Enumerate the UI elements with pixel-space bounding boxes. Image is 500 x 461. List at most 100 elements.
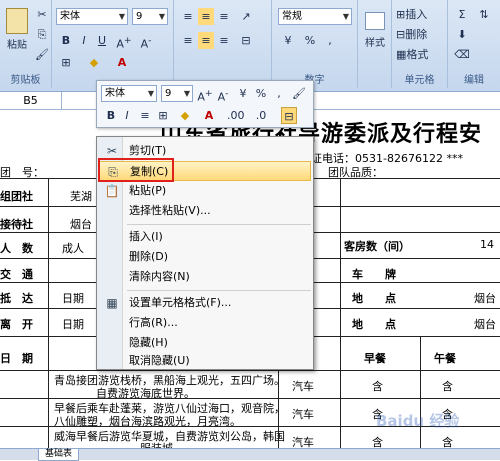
increase-decimal-icon[interactable]: .0	[253, 107, 269, 124]
menu-item-delete[interactable]: 删除(D)	[99, 247, 311, 267]
chevron-down-icon[interactable]: ▼	[159, 10, 165, 24]
cells-group: ⊞插入 ⊟删除 ▦格式 单元格	[392, 0, 448, 88]
font-name-combo[interactable]: 宋体 ▼	[56, 8, 128, 25]
align-bottom-icon[interactable]: ≡	[216, 8, 232, 25]
menu-item-label: 粘贴(P)	[129, 184, 167, 197]
delete-label: 删除	[405, 28, 428, 41]
fill-color-icon[interactable]: ◆	[86, 54, 102, 71]
cut-icon[interactable]: ✂	[34, 6, 50, 23]
number-format-value: 常规	[282, 11, 302, 22]
format-label: 格式	[406, 48, 429, 61]
sum-icon[interactable]: Σ	[454, 6, 470, 23]
menu-item-hide[interactable]: 隐藏(H)	[99, 333, 311, 353]
clear-icon[interactable]: ⌫	[454, 46, 470, 63]
insert-cells-button[interactable]: ⊞插入	[396, 6, 427, 23]
styles-label: 样式	[365, 38, 385, 49]
grow-font-icon[interactable]: A+	[197, 85, 213, 104]
mini-bold-button[interactable]: B	[103, 107, 119, 124]
menu-item-insert[interactable]: 插入(I)	[99, 227, 311, 247]
font-color-icon[interactable]: A	[201, 107, 217, 124]
currency-icon[interactable]: ¥	[280, 32, 296, 49]
mini-font-size-combo[interactable]: 9 ▼	[161, 85, 193, 102]
name-box[interactable]: B5	[0, 92, 62, 109]
shrink-font-icon[interactable]: A-	[138, 32, 154, 51]
chevron-down-icon[interactable]: ▼	[343, 10, 349, 24]
cells-group-label: 单元格	[404, 75, 435, 86]
menu-item-row-height[interactable]: 行高(R)...	[99, 313, 311, 333]
underline-button[interactable]: U	[94, 32, 110, 49]
mini-font-name-combo[interactable]: 宋体 ▼	[101, 85, 157, 102]
paste-icon	[6, 8, 28, 34]
column-divider	[340, 178, 341, 448]
alignment-group: ≡ ≡ ≡ ↗ ≡ ≡ ≡ ⊟	[174, 0, 272, 88]
format-painter-icon[interactable]: 🖌	[34, 46, 50, 63]
format-cells-button[interactable]: ▦格式	[396, 46, 428, 63]
borders-icon[interactable]: ⊞	[58, 54, 74, 71]
menu-separator	[127, 224, 311, 225]
chevron-down-icon[interactable]: ▼	[119, 10, 125, 24]
sheet-tab-active[interactable]: 基础表	[38, 449, 80, 461]
grow-font-icon[interactable]: A+	[116, 32, 132, 51]
insert-icon: ⊞	[396, 8, 406, 21]
number-format-combo[interactable]: 常规 ▼	[278, 8, 352, 25]
mini-italic-button[interactable]: I	[119, 107, 135, 124]
sheet-tab-bar: 基础表	[0, 448, 500, 461]
format-cells-icon: ▦	[106, 296, 118, 310]
merge-icon[interactable]: ⊟	[238, 32, 254, 49]
align-left-icon[interactable]: ≡	[180, 32, 196, 49]
decrease-decimal-icon[interactable]: .00	[227, 107, 245, 124]
itinerary-1-lunch: 含	[442, 380, 453, 393]
merge-center-icon[interactable]: ⊟	[281, 107, 297, 124]
font-color-icon[interactable]: A	[114, 54, 130, 71]
menu-item-format-cells[interactable]: ▦ 设置单元格格式(F)...	[99, 293, 311, 313]
align-center-icon[interactable]: ≡	[137, 107, 153, 124]
orientation-icon[interactable]: ↗	[238, 8, 254, 25]
column-divider	[420, 336, 421, 448]
fill-icon[interactable]: ⬇	[454, 26, 470, 43]
styles-group: 样式	[358, 0, 392, 88]
menu-item-label: 删除(D)	[129, 250, 169, 263]
depart-city: 烟台	[474, 318, 496, 331]
ribbon: 粘贴 ✂ ⎘ 🖌 剪贴板 宋体 ▼ 9 ▼ B I U A+ A- ⊞ ◆ A ≡ …	[0, 0, 500, 92]
menu-item-clear-contents[interactable]: 清除内容(N)	[99, 267, 311, 287]
menu-item-paste[interactable]: 📋 粘贴(P)	[99, 181, 311, 201]
mini-percent-button[interactable]: %	[253, 85, 269, 102]
paste-label: 粘贴	[7, 40, 27, 51]
copy-icon[interactable]: ⎘	[34, 26, 50, 43]
breakfast-header: 早餐	[364, 352, 386, 365]
itinerary-1-traffic: 汽车	[292, 380, 314, 393]
arrive-date: 日期	[62, 292, 84, 305]
font-size-value: 9	[136, 11, 143, 22]
sort-icon[interactable]: ⇅	[476, 6, 492, 23]
styles-button[interactable]: 样式	[360, 10, 390, 60]
vehicle-label: 车 牌	[352, 268, 396, 281]
paste-button[interactable]: 粘贴	[2, 4, 32, 54]
align-right-icon[interactable]: ≡	[216, 32, 232, 49]
currency-icon[interactable]: ¥	[235, 85, 251, 102]
align-top-icon[interactable]: ≡	[180, 8, 196, 25]
menu-item-unhide[interactable]: 取消隐藏(U)	[99, 353, 311, 369]
borders-icon[interactable]: ⊞	[155, 107, 171, 124]
format-painter-icon[interactable]: 🖌	[291, 85, 307, 102]
percent-button[interactable]: %	[302, 32, 318, 49]
italic-button[interactable]: I	[76, 32, 92, 49]
chevron-down-icon[interactable]: ▼	[148, 87, 154, 101]
menu-item-paste-special[interactable]: 选择性粘贴(V)...	[99, 201, 311, 221]
itinerary-3-traffic: 汽车	[292, 436, 314, 448]
row-divider	[0, 370, 500, 371]
shrink-font-icon[interactable]: A-	[215, 85, 231, 104]
delete-cells-button[interactable]: ⊟删除	[396, 26, 427, 43]
comma-button[interactable]: ,	[322, 32, 338, 49]
rooms-label: 客房数（间）	[344, 240, 410, 253]
organizer-value: 芜湖	[70, 190, 92, 203]
bold-button[interactable]: B	[58, 32, 74, 49]
fill-color-icon[interactable]: ◆	[177, 107, 193, 124]
menu-item-label: 插入(I)	[129, 230, 163, 243]
column-divider	[48, 178, 49, 448]
lunch-header: 午餐	[434, 352, 456, 365]
chevron-down-icon[interactable]: ▼	[184, 87, 190, 101]
align-middle-icon[interactable]: ≡	[198, 8, 214, 25]
align-center-icon[interactable]: ≡	[198, 32, 214, 49]
mini-comma-button[interactable]: ,	[271, 85, 287, 102]
font-size-combo[interactable]: 9 ▼	[132, 8, 168, 25]
